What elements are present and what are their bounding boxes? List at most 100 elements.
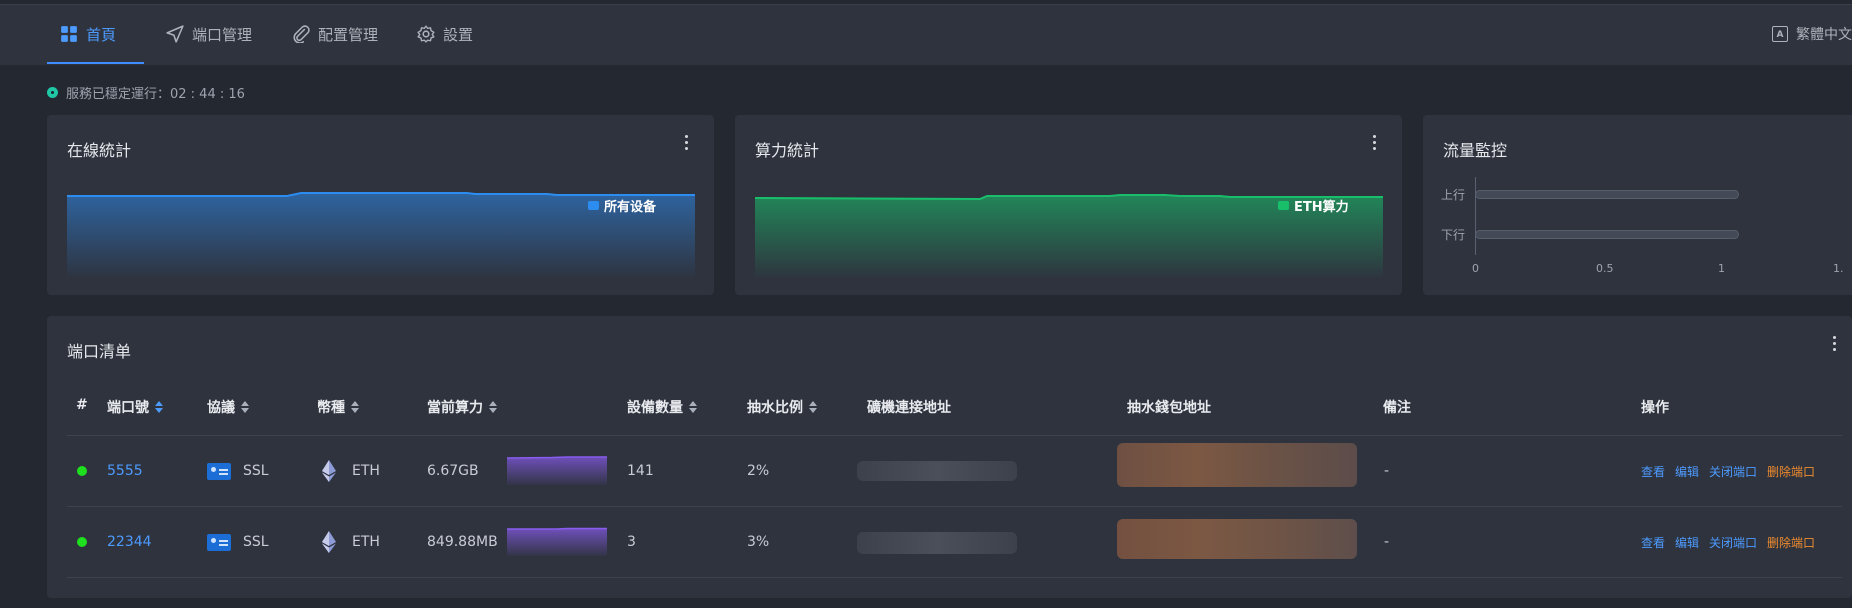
close-port-button[interactable]: 关闭端口 [1709, 534, 1757, 551]
column-header-index: # [76, 397, 88, 413]
online-stats-card: 在線統計 所有设备 [47, 115, 714, 295]
protocol-text: SSL [243, 463, 269, 479]
status-online-dot [77, 537, 87, 547]
nav-item-settings[interactable]: 設置 [417, 5, 473, 63]
card-title: 端口清单 [67, 342, 132, 361]
nav-item-port-management[interactable]: 端口管理 [166, 5, 252, 63]
remark-text: - [1384, 463, 1390, 479]
upload-bar [1475, 190, 1739, 199]
sort-icon[interactable] [241, 401, 249, 413]
header-label: 當前算力 [427, 400, 483, 416]
hashrate-sparkline [507, 456, 607, 485]
delete-port-button[interactable]: 删除端口 [1767, 463, 1815, 480]
certificate-icon [207, 533, 231, 551]
nav-item-home[interactable]: 首頁 [60, 5, 116, 63]
sort-icon[interactable] [489, 401, 497, 413]
row-divider [67, 577, 1842, 578]
header-label: 操作 [1641, 400, 1669, 416]
remark-text: - [1384, 534, 1390, 550]
uptime-status: 服務已穩定運行：02 : 44 : 16 [47, 83, 245, 102]
legend-label: ETH算力 [1294, 200, 1349, 215]
column-header-miner-address: 礦機連接地址 [867, 397, 951, 417]
redacted-wallet-address [1117, 443, 1357, 487]
ethereum-icon [322, 531, 336, 553]
column-header-port[interactable]: 端口號 [107, 397, 163, 417]
active-tab-indicator [47, 62, 144, 64]
column-header-devices[interactable]: 設備數量 [627, 397, 697, 417]
delete-port-button[interactable]: 删除端口 [1767, 534, 1815, 551]
coin-text: ETH [352, 534, 380, 550]
nav-item-config-management[interactable]: 配置管理 [292, 5, 378, 63]
card-title: 在線統計 [67, 141, 132, 160]
download-label: 下行 [1441, 228, 1466, 242]
uptime-icon [47, 87, 58, 98]
row-actions: 查看 编辑 关闭端口 删除端口 [1641, 532, 1825, 552]
header-label: 端口號 [107, 400, 149, 416]
language-label: 繁體中文 [1796, 27, 1852, 43]
gear-icon [417, 25, 435, 43]
dashboard-icon [61, 26, 77, 42]
column-header-fee[interactable]: 抽水比例 [747, 397, 817, 417]
more-icon[interactable] [1833, 336, 1837, 354]
more-icon[interactable] [1373, 135, 1377, 153]
port-link[interactable]: 22344 [107, 534, 152, 550]
sort-icon[interactable] [155, 401, 163, 413]
upload-label: 上行 [1441, 188, 1466, 202]
tick-label: 0.5 [1596, 262, 1614, 275]
axis-line [1475, 177, 1476, 255]
more-icon[interactable] [685, 135, 689, 153]
devices-text: 141 [627, 463, 654, 479]
header-label: 礦機連接地址 [867, 400, 951, 416]
header-label: 抽水錢包地址 [1127, 400, 1211, 416]
devices-text: 3 [627, 534, 636, 550]
traffic-monitor-card: 流量監控 上行 下行 0 0.5 1 1. [1423, 115, 1852, 295]
hashrate-text: 849.88MB [427, 534, 498, 550]
column-header-coin[interactable]: 幣種 [317, 397, 359, 417]
coin-text: ETH [352, 463, 380, 479]
view-button[interactable]: 查看 [1641, 463, 1665, 480]
sort-icon[interactable] [809, 401, 817, 413]
column-header-remark: 備注 [1383, 397, 1411, 417]
top-navigation-bar: 首頁 端口管理 配置管理 設置 A 繁體中文 [0, 4, 1852, 65]
header-label: 設備數量 [627, 400, 683, 416]
status-online-dot [77, 466, 87, 476]
protocol-text: SSL [243, 534, 269, 550]
header-label: 抽水比例 [747, 400, 803, 416]
port-link[interactable]: 5555 [107, 463, 143, 479]
protocol-cell: SSL [207, 532, 269, 552]
online-area-chart [67, 192, 695, 277]
nav-item-label: 配置管理 [318, 25, 379, 44]
header-label: 協議 [207, 400, 235, 416]
fee-text: 3% [747, 534, 770, 550]
hashrate-area-chart [755, 194, 1383, 277]
chart-legend: ETH算力 [1278, 196, 1349, 215]
view-button[interactable]: 查看 [1641, 534, 1665, 551]
coin-cell: ETH [322, 531, 380, 553]
column-header-protocol[interactable]: 協議 [207, 397, 249, 417]
column-header-hashrate[interactable]: 當前算力 [427, 397, 497, 417]
tick-label: 0 [1472, 262, 1479, 275]
edit-button[interactable]: 编辑 [1675, 534, 1699, 551]
legend-label: 所有设备 [604, 200, 657, 215]
legend-swatch [1278, 201, 1289, 210]
edit-button[interactable]: 编辑 [1675, 463, 1699, 480]
port-list-card: 端口清单 [47, 316, 1852, 598]
card-title: 流量監控 [1443, 141, 1508, 160]
language-switcher[interactable]: A 繁體中文 [1772, 5, 1852, 63]
sort-icon[interactable] [689, 401, 697, 413]
download-bar [1475, 230, 1739, 239]
redacted-miner-address [857, 461, 1017, 481]
row-actions: 查看 编辑 关闭端口 删除端口 [1641, 461, 1825, 481]
hashrate-text: 6.67GB [427, 463, 479, 479]
nav-item-label: 端口管理 [192, 25, 253, 44]
hashrate-stats-card: 算力統計 ETH算力 [735, 115, 1402, 295]
protocol-cell: SSL [207, 461, 269, 481]
hashrate-sparkline [507, 527, 607, 556]
close-port-button[interactable]: 关闭端口 [1709, 463, 1757, 480]
column-header-actions: 操作 [1641, 397, 1669, 417]
legend-swatch [588, 201, 599, 210]
chart-legend: 所有设备 [588, 196, 656, 215]
sort-icon[interactable] [351, 401, 359, 413]
send-icon [166, 25, 184, 43]
header-label: 備注 [1383, 400, 1411, 416]
